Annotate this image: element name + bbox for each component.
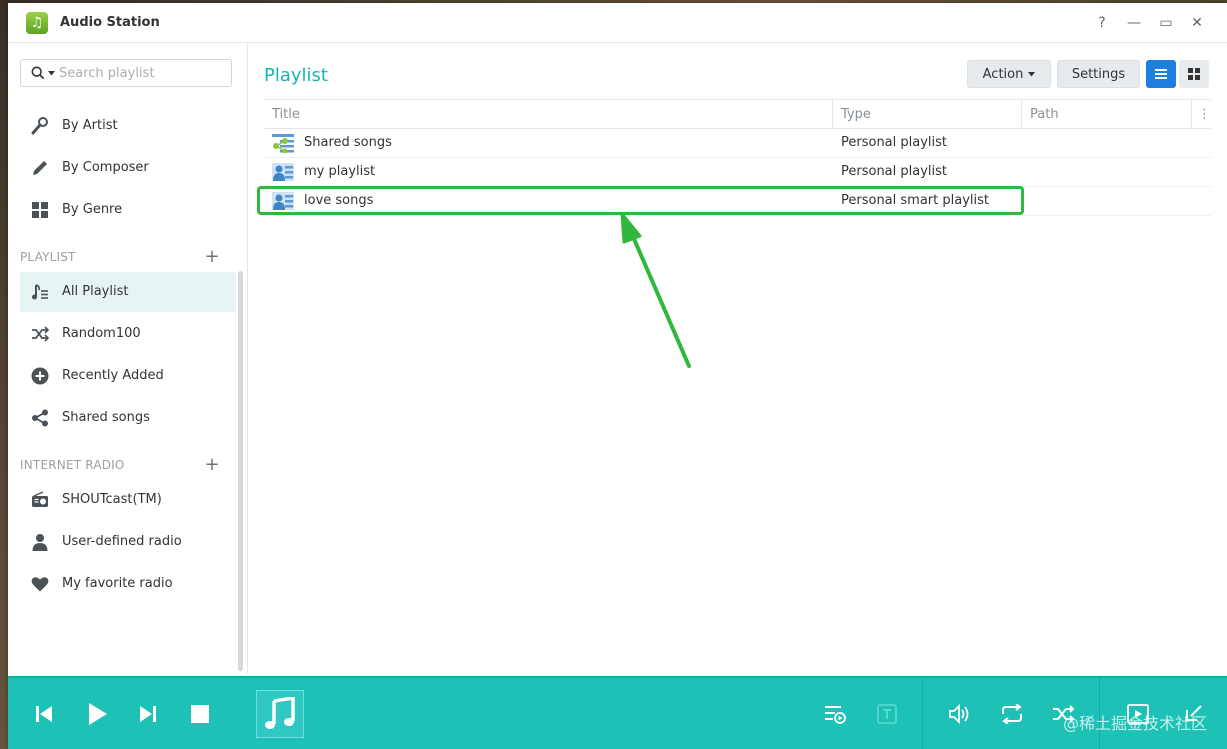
- grid-view-button[interactable]: [1179, 60, 1209, 88]
- app-title: Audio Station: [60, 15, 160, 30]
- sidebar-item-all-playlist[interactable]: All Playlist: [20, 272, 236, 312]
- playlist-icon: [30, 282, 50, 302]
- chevron-down-icon: [1028, 71, 1036, 76]
- sidebar-item-random100[interactable]: Random100: [20, 314, 236, 354]
- volume-button[interactable]: [943, 697, 977, 731]
- action-button[interactable]: Action: [967, 60, 1051, 88]
- title-bar: ♫ Audio Station ? — ▭ ✕: [8, 3, 1227, 43]
- grid-view-icon: [1188, 68, 1200, 80]
- repeat-button[interactable]: [995, 697, 1029, 731]
- player-divider: [922, 678, 923, 749]
- sidebar-item-label: By Composer: [62, 160, 149, 175]
- volume-icon: [949, 704, 969, 724]
- next-icon: [140, 706, 156, 722]
- play-queue-icon: [825, 706, 846, 724]
- help-button[interactable]: ?: [1092, 13, 1112, 33]
- play-queue-button[interactable]: [818, 697, 852, 731]
- sidebar-item-by-genre[interactable]: By Genre: [20, 190, 236, 230]
- row-title: Shared songs: [304, 135, 392, 150]
- search-dropdown-icon[interactable]: [48, 71, 55, 76]
- stop-button[interactable]: [183, 697, 217, 731]
- plus-circle-icon: [30, 366, 50, 386]
- shuffle-icon: [30, 324, 50, 344]
- heart-icon: [30, 574, 50, 594]
- player-bar: @稀土掘金技术社区: [8, 676, 1227, 749]
- play-button[interactable]: [80, 697, 114, 731]
- sidebar-item-label: Random100: [62, 326, 141, 341]
- sidebar-item-label: User-defined radio: [62, 534, 182, 549]
- page-title: Playlist: [264, 65, 328, 86]
- personal-playlist-icon: [272, 163, 294, 181]
- main-panel: Playlist Action Settings Title Type Path…: [249, 44, 1227, 674]
- next-button[interactable]: [131, 697, 165, 731]
- column-header-title[interactable]: Title: [264, 100, 833, 129]
- music-note-icon: [265, 697, 295, 729]
- sidebar-item-label: SHOUTcast(TM): [62, 492, 162, 507]
- settings-button[interactable]: Settings: [1057, 60, 1140, 88]
- sidebar-item-my-favorite-radio[interactable]: My favorite radio: [20, 564, 236, 604]
- lyrics-icon: [877, 704, 897, 724]
- add-playlist-button[interactable]: +: [204, 248, 220, 266]
- row-title: love songs: [304, 193, 374, 208]
- sidebar-item-shared-songs[interactable]: Shared songs: [20, 398, 236, 438]
- search-box[interactable]: [20, 59, 232, 87]
- sidebar-item-label: By Genre: [62, 202, 123, 217]
- sidebar-item-by-artist[interactable]: By Artist: [20, 106, 236, 146]
- radio-icon: [30, 490, 50, 510]
- microphone-icon: [30, 116, 50, 136]
- lyrics-button[interactable]: [870, 697, 904, 731]
- play-icon: [89, 703, 107, 725]
- sidebar-item-by-composer[interactable]: By Composer: [20, 148, 236, 188]
- column-header-path[interactable]: Path: [1022, 100, 1192, 129]
- maximize-button[interactable]: ▭: [1156, 13, 1176, 33]
- sidebar-item-label: My favorite radio: [62, 576, 173, 591]
- sidebar-scrollbar[interactable]: [238, 271, 243, 671]
- action-button-label: Action: [982, 66, 1024, 82]
- repeat-icon: [1002, 704, 1022, 724]
- sidebar-item-label: All Playlist: [62, 284, 129, 299]
- row-type: Personal smart playlist: [841, 193, 989, 208]
- previous-icon: [36, 706, 52, 722]
- close-button[interactable]: ✕: [1187, 13, 1207, 33]
- grid-icon: [30, 200, 50, 220]
- share-icon: [30, 408, 50, 428]
- row-type: Personal playlist: [841, 164, 948, 179]
- table-header: Title Type Path ⋮: [264, 99, 1211, 129]
- sidebar-item-label: Recently Added: [62, 368, 164, 383]
- search-icon[interactable]: [31, 66, 45, 80]
- smart-playlist-icon: [272, 192, 294, 210]
- row-type: Personal playlist: [841, 135, 948, 150]
- sidebar-item-user-defined-radio[interactable]: User-defined radio: [20, 522, 236, 562]
- user-icon: [30, 532, 50, 552]
- stop-icon: [191, 705, 209, 723]
- search-input[interactable]: [59, 64, 227, 82]
- minimize-button[interactable]: —: [1124, 13, 1144, 33]
- list-view-button[interactable]: [1146, 60, 1176, 88]
- sidebar-item-label: By Artist: [62, 118, 118, 133]
- row-title: my playlist: [304, 164, 376, 179]
- table-row[interactable]: love songs Personal smart playlist: [264, 187, 1211, 216]
- list-view-icon: [1155, 69, 1167, 79]
- table-row[interactable]: Shared songs Personal playlist: [264, 129, 1211, 158]
- column-header-type[interactable]: Type: [833, 100, 1022, 129]
- table-row[interactable]: my playlist Personal playlist: [264, 158, 1211, 187]
- pen-icon: [30, 158, 50, 178]
- shared-playlist-icon: [272, 134, 294, 153]
- app-logo-icon: ♫: [26, 12, 48, 34]
- sidebar-item-label: Shared songs: [62, 410, 150, 425]
- album-cover[interactable]: [256, 690, 304, 738]
- playlist-table: Title Type Path ⋮ Shared songs Personal …: [264, 99, 1211, 216]
- sidebar-item-shoutcast[interactable]: SHOUTcast(TM): [20, 480, 236, 520]
- column-menu-icon[interactable]: ⋮: [1192, 100, 1211, 129]
- previous-button[interactable]: [27, 697, 61, 731]
- watermark: @稀土掘金技术社区: [1062, 714, 1207, 733]
- internet-radio-section-header: INTERNET RADIO: [20, 458, 125, 472]
- add-radio-button[interactable]: +: [204, 456, 220, 474]
- playlist-section-header: PLAYLIST: [20, 250, 76, 264]
- sidebar: By Artist By Composer By Genre PLAYLIST …: [8, 44, 248, 674]
- sidebar-item-recently-added[interactable]: Recently Added: [20, 356, 236, 396]
- audio-station-window: ♫ Audio Station ? — ▭ ✕ By Artist B: [8, 3, 1227, 749]
